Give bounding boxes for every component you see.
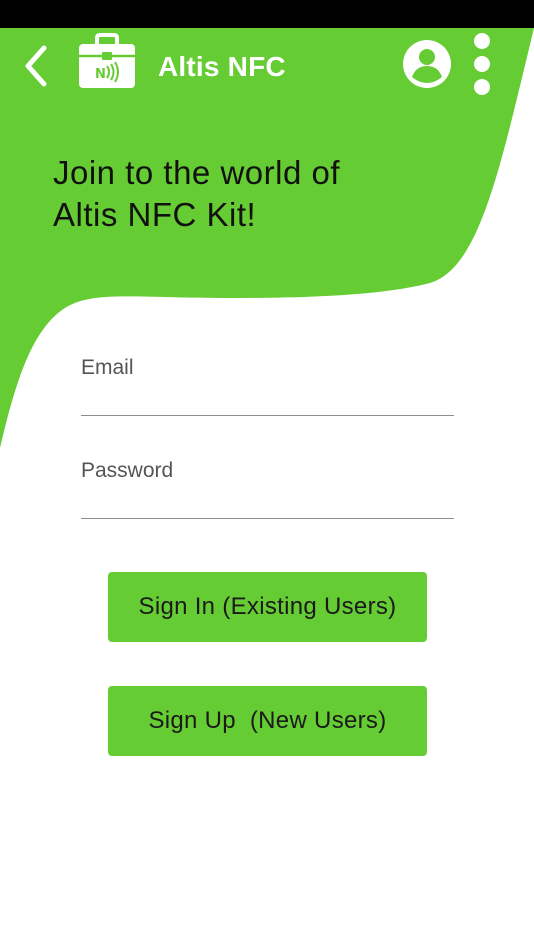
sign-in-button[interactable]: Sign In (Existing Users) (108, 572, 427, 642)
more-vertical-icon (474, 33, 490, 95)
account-circle-icon (403, 40, 451, 88)
password-label: Password (81, 459, 174, 482)
password-input[interactable] (81, 491, 454, 519)
welcome-headline: Join to the world of Altis NFC Kit! (53, 152, 473, 236)
chevron-left-icon (25, 45, 47, 87)
account-button[interactable] (402, 39, 452, 89)
password-underline (81, 517, 454, 519)
back-button[interactable] (18, 44, 58, 88)
sign-up-button[interactable]: Sign Up (New Users) (108, 686, 427, 756)
email-underline (81, 414, 454, 416)
welcome-headline-text: Join to the world of Altis NFC Kit! (53, 154, 340, 233)
app-title: Altis NFC (158, 51, 286, 82)
nfc-toolbox-icon: N (79, 33, 135, 88)
svg-text:N: N (95, 67, 106, 82)
password-field[interactable]: Password (81, 459, 454, 519)
overflow-menu-button[interactable] (468, 32, 496, 96)
email-field[interactable]: Email (81, 356, 454, 416)
email-input[interactable] (81, 388, 454, 416)
email-label: Email (81, 356, 134, 379)
status-bar (0, 0, 534, 28)
